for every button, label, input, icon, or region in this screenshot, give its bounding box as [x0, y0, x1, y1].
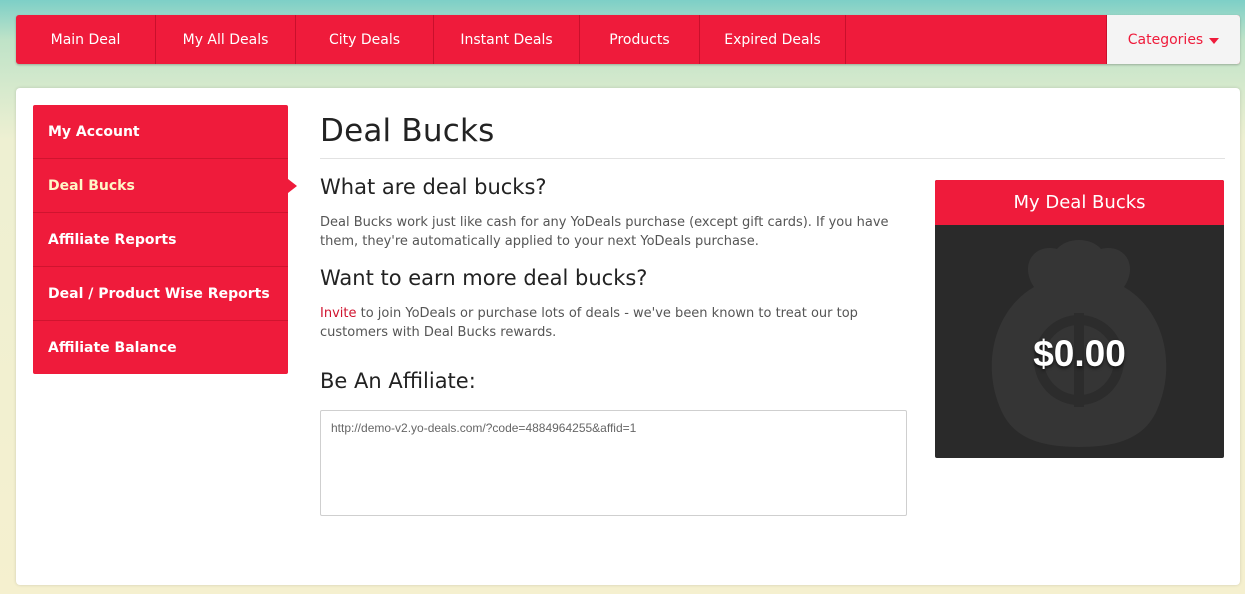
page-title: Deal Bucks: [320, 113, 1225, 159]
earn-paragraph: Invite to join YoDeals or purchase lots …: [320, 304, 920, 342]
top-navbar: Main Deal My All Deals City Deals Instan…: [16, 15, 1240, 64]
categories-dropdown[interactable]: Categories: [1107, 15, 1240, 64]
nav-spacer: [846, 15, 1107, 64]
affiliate-heading: Be An Affiliate:: [320, 369, 476, 393]
nav-my-all-deals[interactable]: My All Deals: [156, 15, 296, 64]
earn-heading: Want to earn more deal bucks?: [320, 266, 648, 290]
nav-products[interactable]: Products: [580, 15, 700, 64]
earn-text: to join YoDeals or purchase lots of deal…: [320, 306, 858, 340]
nav-instant-deals[interactable]: Instant Deals: [434, 15, 580, 64]
sidebar-item-affiliate-balance[interactable]: Affiliate Balance: [33, 321, 288, 374]
sidebar-item-affiliate-reports[interactable]: Affiliate Reports: [33, 213, 288, 267]
sidebar-item-deal-bucks[interactable]: Deal Bucks: [33, 159, 297, 213]
what-text: Deal Bucks work just like cash for any Y…: [320, 215, 889, 249]
page: Main Deal My All Deals City Deals Instan…: [0, 0, 1245, 594]
deal-bucks-info: What are deal bucks? Deal Bucks work jus…: [320, 175, 920, 516]
nav-city-deals[interactable]: City Deals: [296, 15, 434, 64]
affiliate-link-textarea[interactable]: http://demo-v2.yo-deals.com/?code=488496…: [320, 410, 907, 516]
caret-down-icon: [1209, 37, 1220, 44]
categories-label: Categories: [1127, 31, 1204, 48]
content-area: Deal Bucks What are deal bucks? Deal Buc…: [320, 113, 1225, 516]
sidebar-item-deal-product-wise-reports[interactable]: Deal / Product Wise Reports: [33, 267, 288, 321]
invite-link[interactable]: Invite: [320, 306, 356, 321]
widget-body: $0.00: [935, 225, 1224, 458]
sidebar-item-my-account[interactable]: My Account: [33, 105, 288, 159]
main-card: My Account Deal Bucks Affiliate Reports …: [16, 88, 1240, 585]
nav-expired-deals[interactable]: Expired Deals: [700, 15, 846, 64]
what-heading: What are deal bucks?: [320, 175, 547, 199]
nav-main-deal[interactable]: Main Deal: [16, 15, 156, 64]
account-sidebar: My Account Deal Bucks Affiliate Reports …: [33, 105, 297, 374]
widget-title: My Deal Bucks: [935, 180, 1224, 225]
my-deal-bucks-widget: My Deal Bucks $0.00: [935, 180, 1224, 458]
deal-bucks-amount: $0.00: [1033, 333, 1126, 374]
